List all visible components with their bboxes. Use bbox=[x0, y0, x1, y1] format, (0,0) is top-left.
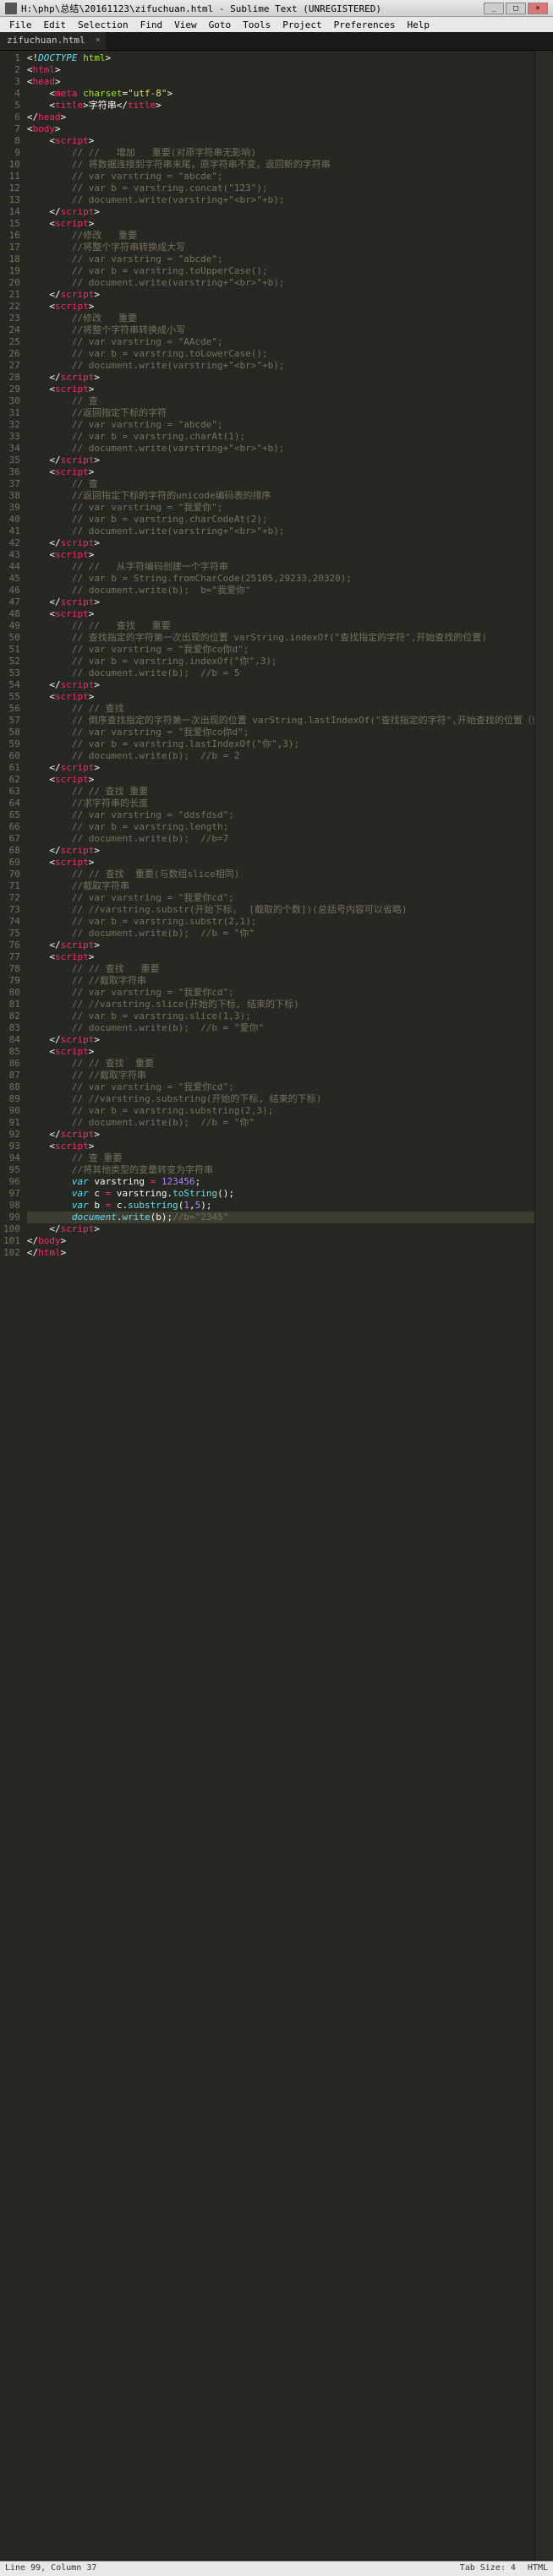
menu-goto[interactable]: Goto bbox=[203, 19, 238, 30]
code-area[interactable]: <!DOCTYPE html><html><head> <meta charse… bbox=[27, 51, 534, 2561]
close-button[interactable]: × bbox=[528, 3, 548, 14]
menu-edit[interactable]: Edit bbox=[38, 19, 73, 30]
menu-file[interactable]: File bbox=[3, 19, 38, 30]
statusbar: Line 99, Column 37 Tab Size: 4 HTML bbox=[0, 2561, 553, 2576]
status-tabsize[interactable]: Tab Size: 4 bbox=[460, 2563, 516, 2574]
window-titlebar: H:\php\总结\20161123\zifuchuan.html - Subl… bbox=[0, 0, 553, 17]
menu-tools[interactable]: Tools bbox=[237, 19, 276, 30]
status-syntax[interactable]: HTML bbox=[528, 2563, 548, 2574]
menubar: File Edit Selection Find View Goto Tools… bbox=[0, 17, 553, 32]
tab-close-icon[interactable]: × bbox=[96, 35, 101, 45]
menu-project[interactable]: Project bbox=[276, 19, 327, 30]
window-title: H:\php\总结\20161123\zifuchuan.html - Subl… bbox=[21, 2, 484, 15]
tab-bar: zifuchuan.html × bbox=[0, 32, 553, 51]
menu-help[interactable]: Help bbox=[401, 19, 435, 30]
tab-label: zifuchuan.html bbox=[7, 35, 85, 46]
minimap[interactable] bbox=[534, 51, 553, 2561]
app-icon bbox=[5, 3, 17, 14]
window-controls: _ □ × bbox=[484, 3, 548, 14]
menu-preferences[interactable]: Preferences bbox=[328, 19, 402, 30]
tab-zifuchuan[interactable]: zifuchuan.html × bbox=[0, 32, 107, 50]
menu-view[interactable]: View bbox=[168, 19, 203, 30]
maximize-button[interactable]: □ bbox=[506, 3, 526, 14]
status-position[interactable]: Line 99, Column 37 bbox=[5, 2563, 460, 2574]
menu-find[interactable]: Find bbox=[134, 19, 169, 30]
menu-selection[interactable]: Selection bbox=[72, 19, 134, 30]
minimize-button[interactable]: _ bbox=[484, 3, 504, 14]
line-gutter[interactable]: 1234567891011121314151617181920212223242… bbox=[0, 51, 27, 2561]
editor-area: 1234567891011121314151617181920212223242… bbox=[0, 51, 553, 2561]
